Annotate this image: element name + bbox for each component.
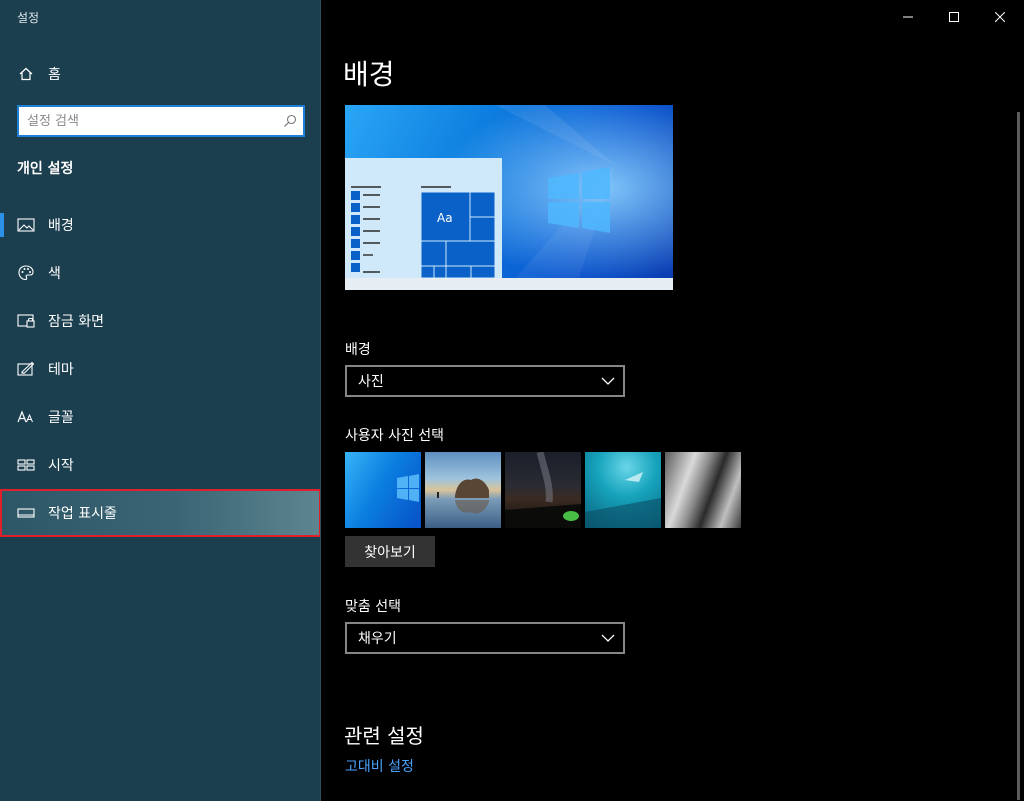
chevron-down-icon [601, 634, 615, 642]
maximize-button[interactable] [931, 0, 977, 33]
background-label: 배경 [345, 342, 371, 358]
close-icon [995, 11, 1005, 22]
fit-label: 맞춤 선택 [345, 599, 401, 615]
photo-thumbnail[interactable] [585, 452, 661, 528]
sidebar-item-label: 작업 표시줄 [48, 506, 117, 522]
search-box[interactable] [17, 105, 305, 137]
sidebar-item-label: 색 [48, 266, 61, 282]
theme-brush-icon [17, 360, 35, 378]
app-title: 설정 [17, 11, 40, 25]
fit-dropdown-value: 채우기 [358, 631, 397, 647]
page-title: 배경 [343, 58, 395, 91]
photo-thumbnails [345, 452, 741, 528]
minimize-button[interactable] [885, 0, 931, 33]
choose-photo-label: 사용자 사진 선택 [345, 428, 445, 444]
sidebar-item-start[interactable]: 시작 [0, 441, 321, 489]
browse-button[interactable]: 찾아보기 [345, 536, 435, 567]
sidebar-item-label: 배경 [48, 218, 74, 234]
photo-thumbnail[interactable] [425, 452, 501, 528]
background-dropdown[interactable]: 사진 [345, 365, 625, 397]
sidebar-item-lock-screen[interactable]: 잠금 화면 [0, 297, 321, 345]
sidebar-item-label: 시작 [48, 458, 74, 474]
background-dropdown-value: 사진 [358, 374, 384, 390]
photo-thumbnail[interactable] [665, 452, 741, 528]
close-button[interactable] [977, 0, 1023, 33]
sidebar-item-font[interactable]: 글꼴 [0, 393, 321, 441]
chevron-down-icon [601, 377, 615, 385]
palette-icon [17, 264, 35, 282]
preview-sample-text: Aa [437, 211, 453, 225]
sidebar-item-taskbar[interactable]: 작업 표시줄 [0, 489, 321, 537]
taskbar-icon [17, 504, 35, 522]
nav-home[interactable]: 홈 [0, 57, 321, 91]
nav-list: 배경 색 잠금 화면 테마 글꼴 시작 작업 표시줄 [0, 201, 321, 537]
search-input[interactable] [19, 107, 277, 135]
desktop-preview: Aa [345, 105, 673, 290]
high-contrast-link[interactable]: 고대비 설정 [345, 756, 414, 776]
minimize-icon [903, 16, 913, 17]
sidebar-item-label: 글꼴 [48, 410, 74, 426]
sidebar-item-background[interactable]: 배경 [0, 201, 321, 249]
photo-thumbnail[interactable] [505, 452, 581, 528]
sidebar-item-theme[interactable]: 테마 [0, 345, 321, 393]
search-icon[interactable] [277, 114, 303, 128]
preview-taskbar [345, 278, 673, 290]
sidebar-item-color[interactable]: 색 [0, 249, 321, 297]
photo-thumbnail[interactable] [345, 452, 421, 528]
picture-icon [17, 216, 35, 234]
lock-screen-icon [17, 312, 35, 330]
sidebar-item-label: 테마 [48, 362, 74, 378]
section-title: 개인 설정 [17, 161, 74, 177]
sidebar: 설정 홈 개인 설정 배경 색 잠금 화면 [0, 0, 321, 801]
scrollbar[interactable] [1017, 112, 1020, 800]
home-icon [18, 66, 34, 82]
sidebar-item-label: 잠금 화면 [48, 314, 104, 330]
home-label: 홈 [48, 67, 61, 83]
fit-dropdown[interactable]: 채우기 [345, 622, 625, 654]
related-settings-title: 관련 설정 [344, 724, 424, 748]
maximize-icon [949, 11, 959, 22]
font-icon [17, 408, 35, 426]
start-icon [17, 456, 35, 474]
